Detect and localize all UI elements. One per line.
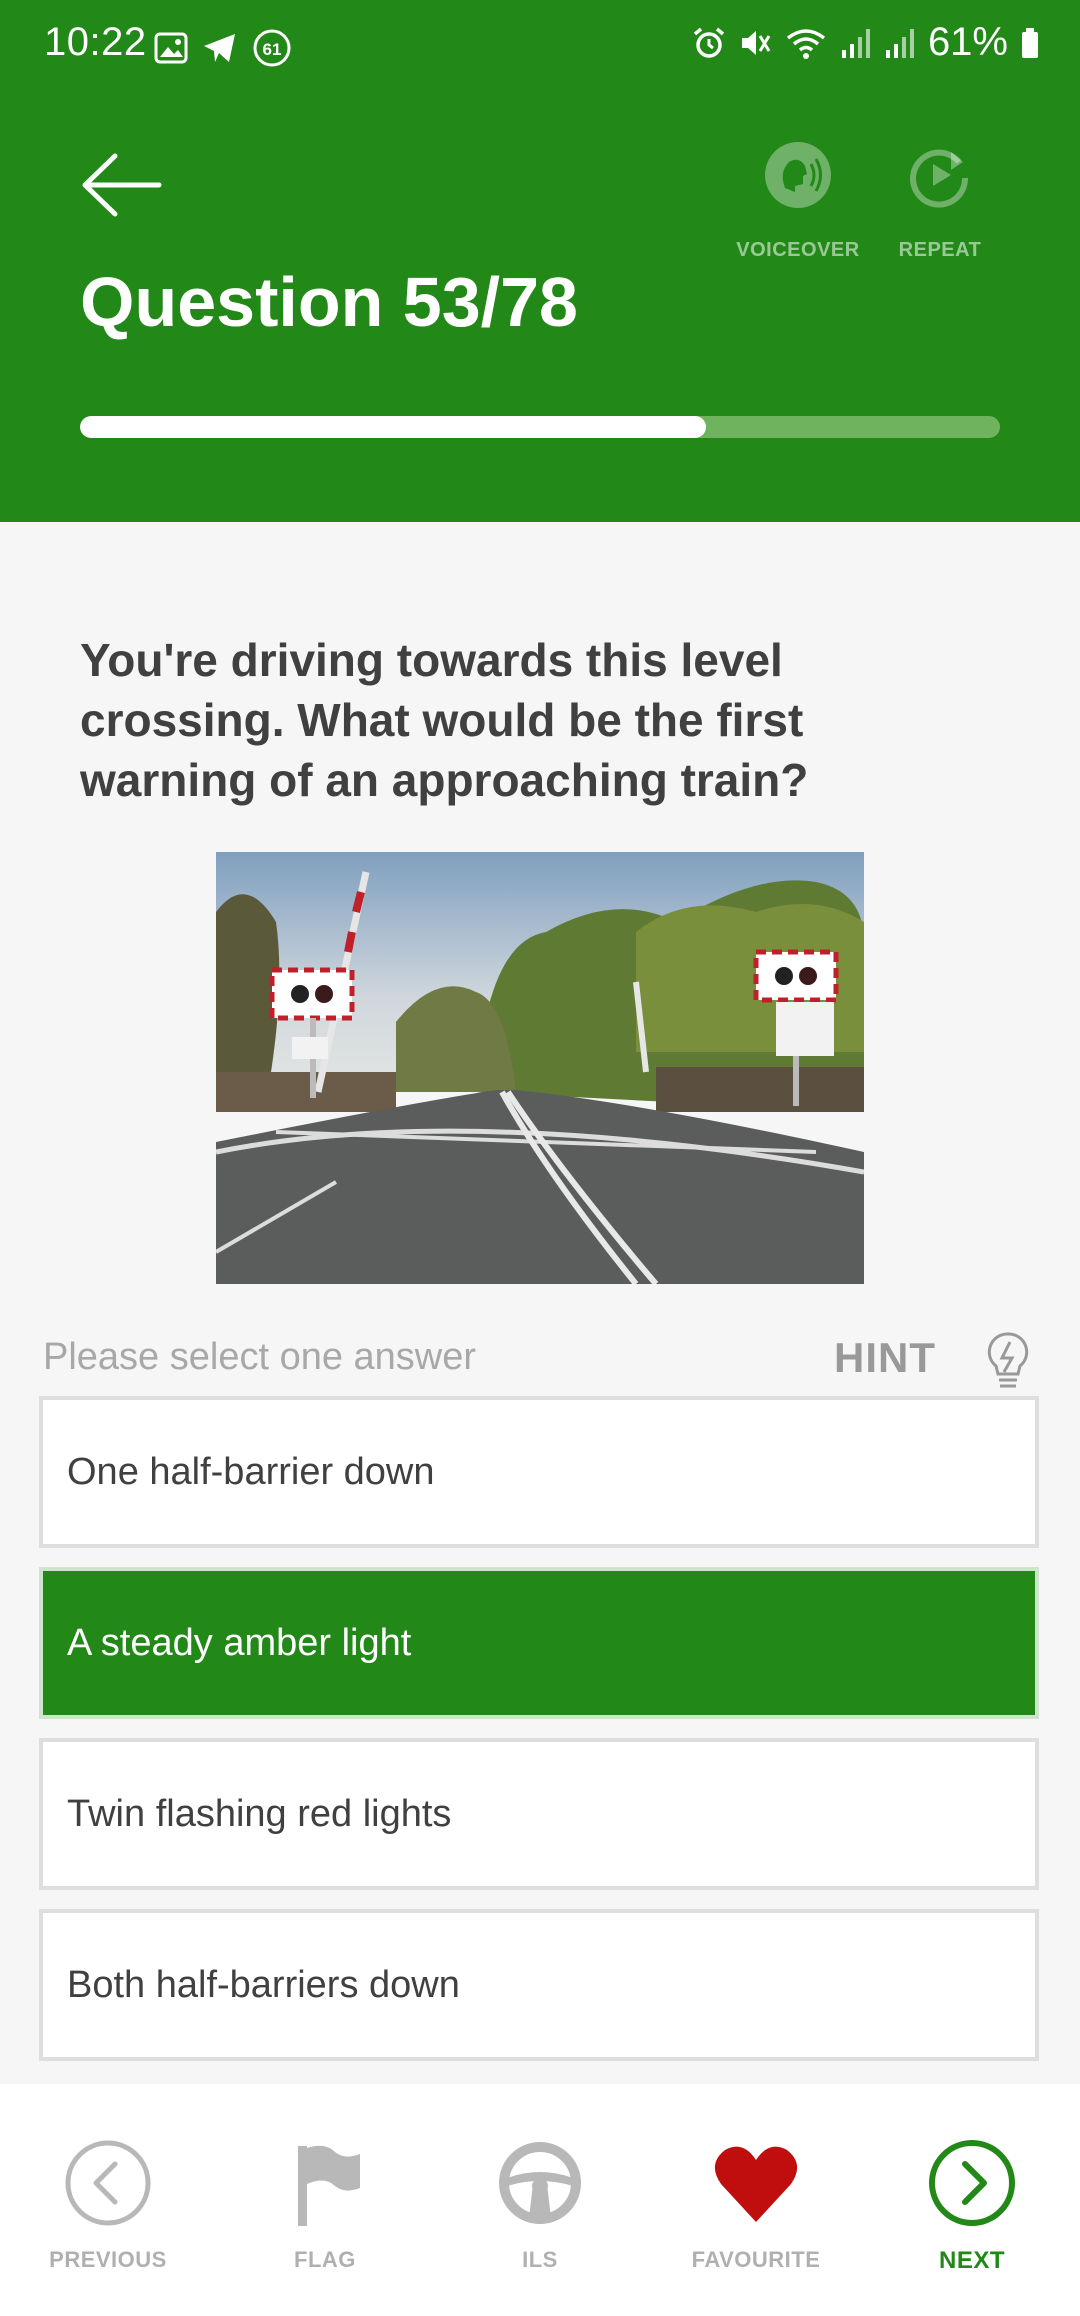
lightbulb-icon[interactable] <box>984 1330 1032 1392</box>
ils-button[interactable]: ILS <box>460 2138 620 2273</box>
flag-button[interactable]: FLAG <box>245 2138 405 2273</box>
chevron-left-circle-icon <box>65 2140 151 2226</box>
status-time: 10:22 <box>44 20 147 64</box>
progress-bar <box>80 416 1000 438</box>
heart-icon <box>714 2146 798 2222</box>
header: 10:22 61 61% VOICEOVER REPEAT Question 5… <box>0 0 1080 522</box>
hint-button[interactable]: HINT <box>834 1334 936 1382</box>
battery-icon <box>1022 27 1038 58</box>
answer-option-2-selected[interactable]: A steady amber light <box>39 1567 1039 1719</box>
wifi-icon <box>786 28 826 59</box>
bottom-navigation: PREVIOUS FLAG ILS FAVOURITE NEXT <box>0 2084 1080 2316</box>
status-bar: 10:22 61 61% <box>0 0 1080 96</box>
flag-icon <box>298 2145 360 2226</box>
answer-option-1[interactable]: One half-barrier down <box>39 1396 1039 1548</box>
signal-icon-2 <box>885 28 914 58</box>
next-button[interactable]: NEXT <box>892 2138 1052 2275</box>
answer-option-3[interactable]: Twin flashing red lights <box>39 1738 1039 1890</box>
repeat-icon <box>910 149 969 208</box>
next-label: NEXT <box>938 2247 1005 2274</box>
notification-count-icon: 61 <box>253 29 291 67</box>
mute-icon <box>741 30 771 55</box>
back-button[interactable] <box>78 142 164 228</box>
voiceover-button[interactable]: VOICEOVER <box>728 142 868 262</box>
steering-wheel-icon <box>499 2142 581 2224</box>
repeat-label: REPEAT <box>898 239 982 261</box>
voiceover-label: VOICEOVER <box>736 239 860 261</box>
alarm-icon <box>693 27 725 58</box>
telegram-icon <box>204 34 235 62</box>
status-system-icons: 61% <box>692 20 1040 65</box>
repeat-button[interactable]: REPEAT <box>870 142 1010 262</box>
select-answer-prompt: Please select one answer <box>43 1336 477 1378</box>
svg-text:61: 61 <box>263 40 282 59</box>
voiceover-icon <box>765 142 831 208</box>
answer-option-4[interactable]: Both half-barriers down <box>39 1909 1039 2061</box>
question-text: You're driving towards this level crossi… <box>80 634 809 806</box>
question-counter: Question 53/78 <box>80 263 578 341</box>
level-crossing-photo <box>216 852 864 1284</box>
favourite-label: FAVOURITE <box>691 2247 821 2272</box>
chevron-right-circle-icon <box>929 2140 1015 2226</box>
favourite-button[interactable]: FAVOURITE <box>676 2138 836 2273</box>
progress-fill <box>80 416 706 438</box>
arrow-left-icon <box>82 153 162 217</box>
status-notification-icons: 61 <box>154 28 292 68</box>
battery-percentage: 61% <box>927 20 1008 64</box>
previous-button[interactable]: PREVIOUS <box>28 2138 188 2273</box>
gallery-icon <box>154 32 188 64</box>
ils-label: ILS <box>522 2247 558 2272</box>
flag-label: FLAG <box>294 2247 356 2272</box>
previous-label: PREVIOUS <box>49 2247 167 2272</box>
signal-icon <box>841 28 870 58</box>
